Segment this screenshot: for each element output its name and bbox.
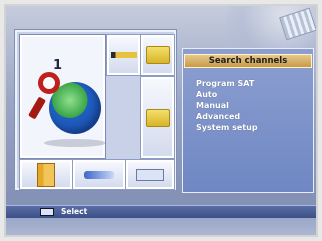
tile-side[interactable] [141,77,174,158]
magnifier-handle-icon [28,96,46,120]
tile-files[interactable] [141,35,174,75]
select-hint: Select [61,207,88,216]
folder-icon [145,46,170,64]
menu-item-system-setup[interactable]: System setup [196,122,308,133]
tile-shadow [44,139,106,147]
keyboard-icon [136,168,164,181]
tile-number: 1 [53,58,63,73]
tv-menu-screen: 1 Search channels Program SAT Auto Manua… [0,0,322,241]
magnifier-icon [38,72,60,94]
menu-item-advanced[interactable]: Advanced [196,111,308,122]
tile-keyboard[interactable] [126,160,174,189]
tile-manual[interactable] [20,160,72,189]
menu-tile-grid: 1 [15,30,176,190]
menu-item-auto[interactable]: Auto [196,89,308,100]
menu-item-program-sat[interactable]: Program SAT [196,78,308,89]
tile-install-search[interactable]: 1 [20,35,106,158]
pencil-icon [110,52,137,58]
status-bar: Select [0,205,322,219]
menu-item-manual[interactable]: Manual [196,100,308,111]
book-icon [37,162,55,187]
submenu-list: Program SAT Auto Manual Advanced System … [196,78,308,133]
tile-tools[interactable] [73,160,125,189]
tools-icon [84,170,114,179]
submenu-title: Search channels [184,54,312,68]
ok-key-icon [40,208,54,216]
bottom-band [0,218,322,241]
tile-edit[interactable] [107,35,140,75]
folder-icon [145,108,170,127]
